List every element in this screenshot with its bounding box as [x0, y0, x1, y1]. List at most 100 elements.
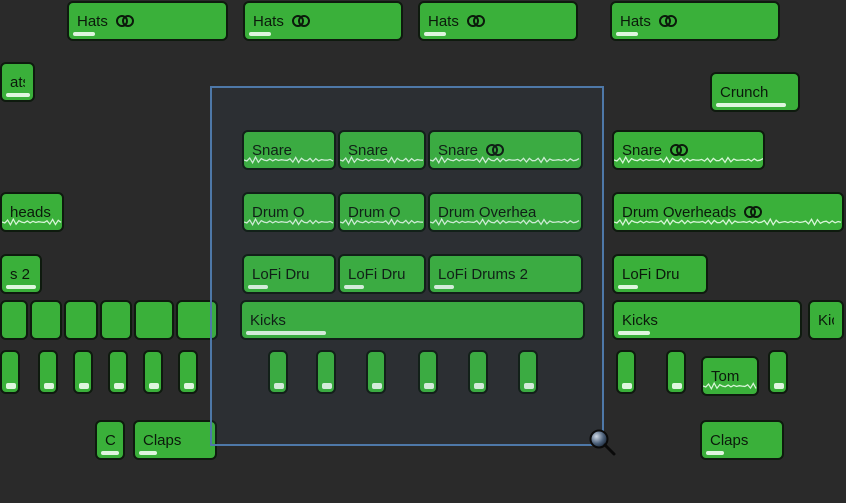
region-clip-tb15[interactable]	[768, 350, 788, 394]
waveform	[703, 381, 757, 391]
region-progress-bar	[618, 285, 638, 289]
waveform	[244, 217, 334, 227]
region-label: Claps	[710, 432, 748, 449]
region-progress-bar	[6, 285, 36, 289]
region-label: Kicks	[250, 312, 286, 329]
waveform	[614, 155, 763, 165]
region-clip-tb10[interactable]	[418, 350, 438, 394]
region-progress-bar	[139, 451, 157, 455]
region-clip-tb2[interactable]	[38, 350, 58, 394]
region-clip-tb3[interactable]	[73, 350, 93, 394]
waveform	[430, 155, 581, 165]
region-progress-bar	[101, 451, 119, 455]
region-clip-claps2[interactable]: Claps	[700, 420, 784, 460]
region-progress-bar	[44, 383, 54, 389]
region-clip-tb11[interactable]	[468, 350, 488, 394]
region-clip-snareB[interactable]: Snare	[338, 130, 426, 170]
waveform	[614, 217, 842, 227]
region-label: Kicks	[622, 312, 658, 329]
region-clip-tb12[interactable]	[518, 350, 538, 394]
region-progress-bar	[344, 285, 364, 289]
region-clip-lofi1[interactable]: LoFi Dru	[242, 254, 336, 294]
region-progress-bar	[474, 383, 484, 389]
region-progress-bar	[672, 383, 682, 389]
region-clip-lofi4[interactable]: LoFi Dru	[612, 254, 708, 294]
region-progress-bar	[246, 331, 326, 335]
region-clip-tb4[interactable]	[108, 350, 128, 394]
region-clip-kicksSegB[interactable]	[30, 300, 62, 340]
region-clip-tb1[interactable]	[0, 350, 20, 394]
region-progress-bar	[424, 32, 446, 36]
region-clip-kicksSegE[interactable]	[134, 300, 174, 340]
region-clip-tb6[interactable]	[178, 350, 198, 394]
region-label: ats	[10, 74, 25, 91]
region-clip-tb5[interactable]	[143, 350, 163, 394]
region-clip-hats4[interactable]: Hats	[610, 1, 780, 41]
region-progress-bar	[149, 383, 159, 389]
region-clip-clapsC[interactable]: C	[95, 420, 125, 460]
region-progress-bar	[249, 32, 271, 36]
region-label: LoFi Dru	[348, 266, 406, 283]
region-clip-lofi2[interactable]: LoFi Dru	[338, 254, 426, 294]
region-clip-kicksSegD[interactable]	[100, 300, 132, 340]
region-clip-tb8[interactable]	[316, 350, 336, 394]
loop-icon	[657, 13, 679, 29]
region-clip-ats[interactable]: ats	[0, 62, 35, 102]
region-progress-bar	[434, 285, 454, 289]
waveform	[244, 155, 334, 165]
region-clip-tb9[interactable]	[366, 350, 386, 394]
region-progress-bar	[774, 383, 784, 389]
loop-icon	[465, 13, 487, 29]
region-clip-snareA[interactable]: Snare	[242, 130, 336, 170]
region-label: LoFi Drums 2	[438, 266, 528, 283]
region-clip-drumO1[interactable]: Drum O	[242, 192, 336, 232]
region-label: C	[105, 432, 115, 449]
region-clip-snareD[interactable]: Snare	[612, 130, 765, 170]
region-progress-bar	[622, 383, 632, 389]
region-clip-kicksR[interactable]: Kicks	[612, 300, 802, 340]
region-clip-tb14[interactable]	[666, 350, 686, 394]
region-clip-kicksSegA[interactable]	[0, 300, 28, 340]
region-progress-bar	[616, 32, 638, 36]
region-clip-heads[interactable]: heads	[0, 192, 64, 232]
region-clip-tom[interactable]: Tom	[701, 356, 759, 396]
region-clip-drumOvh[interactable]: Drum Overhea	[428, 192, 583, 232]
region-clip-drumO2[interactable]: Drum O	[338, 192, 426, 232]
region-progress-bar	[706, 451, 724, 455]
region-clip-tb13[interactable]	[616, 350, 636, 394]
region-clip-s2[interactable]: s 2	[0, 254, 42, 294]
region-progress-bar	[114, 383, 124, 389]
region-progress-bar	[6, 383, 16, 389]
region-progress-bar	[424, 383, 434, 389]
region-label: Hats	[428, 13, 459, 30]
region-clip-kicksSegC[interactable]	[64, 300, 98, 340]
region-clip-kicksMain[interactable]: Kicks	[240, 300, 585, 340]
region-progress-bar	[716, 103, 786, 107]
region-clip-snareC[interactable]: Snare	[428, 130, 583, 170]
region-label: Hats	[77, 13, 108, 30]
region-label: Hats	[253, 13, 284, 30]
region-label: Crunch	[720, 84, 768, 101]
region-clip-lofi3[interactable]: LoFi Drums 2	[428, 254, 583, 294]
region-progress-bar	[618, 331, 650, 335]
track-arrange-area[interactable]: { "labels": { "hats": "Hats", "ats": "at…	[0, 0, 846, 503]
waveform	[2, 217, 62, 227]
region-clip-claps1[interactable]: Claps	[133, 420, 217, 460]
region-progress-bar	[322, 383, 332, 389]
region-clip-kicksSegF[interactable]	[176, 300, 218, 340]
zoom-magnifier-icon	[588, 428, 616, 456]
region-clip-tb7[interactable]	[268, 350, 288, 394]
region-clip-hats2[interactable]: Hats	[243, 1, 403, 41]
region-clip-crunch[interactable]: Crunch	[710, 72, 800, 112]
region-label: s 2	[10, 266, 30, 283]
region-clip-hats1[interactable]: Hats	[67, 1, 228, 41]
region-progress-bar	[73, 32, 95, 36]
region-clip-drumOvhFull[interactable]: Drum Overheads	[612, 192, 844, 232]
region-clip-kickEdge[interactable]: Kick	[808, 300, 844, 340]
region-clip-hats3[interactable]: Hats	[418, 1, 578, 41]
region-progress-bar	[184, 383, 194, 389]
region-label: LoFi Dru	[252, 266, 310, 283]
loop-icon	[114, 13, 136, 29]
region-progress-bar	[6, 93, 30, 97]
waveform	[430, 217, 581, 227]
